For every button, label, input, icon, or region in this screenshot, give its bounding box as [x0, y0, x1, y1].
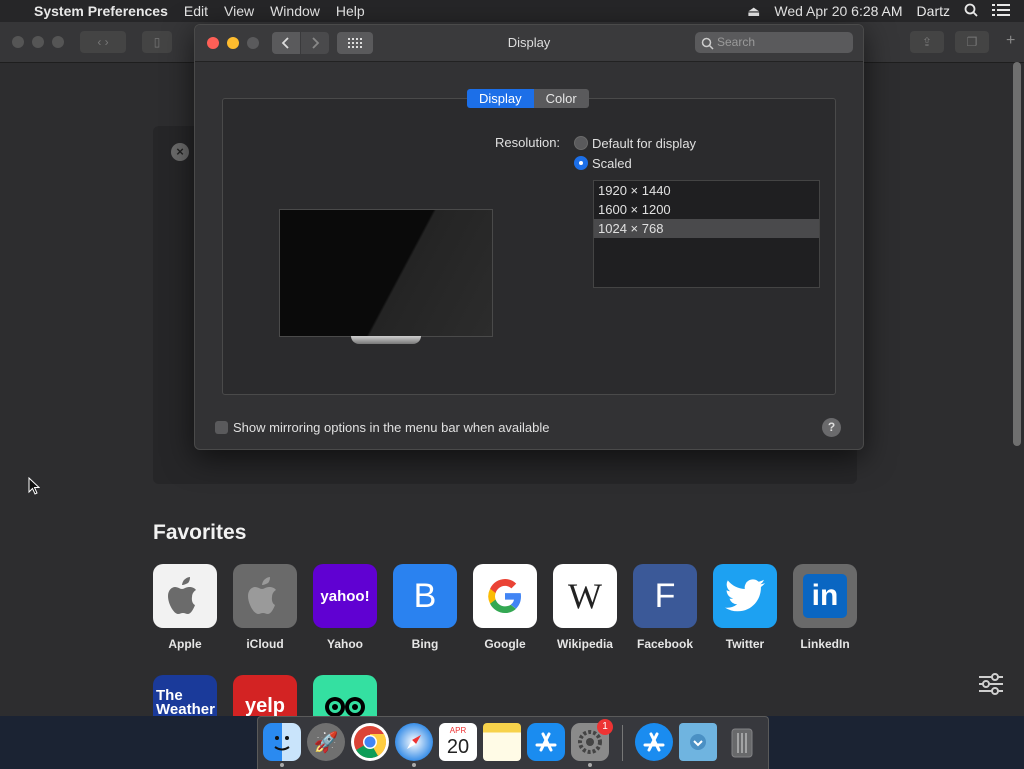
display-preview-monitor [279, 209, 493, 337]
resolution-option-1600x1200[interactable]: 1600 × 1200 [594, 200, 819, 219]
system-preferences-icon[interactable]: 1 [571, 719, 613, 761]
safari-close-button[interactable] [12, 36, 24, 48]
user-menu[interactable]: Dartz [910, 3, 957, 19]
bing-logo-icon: B [393, 564, 457, 628]
resolution-list[interactable]: 1920 × 1440 1600 × 1200 1024 × 768 [593, 180, 820, 288]
linkedin-logo-icon: in [793, 564, 857, 628]
app-menu[interactable]: System Preferences [26, 0, 176, 22]
notification-badge: 1 [597, 719, 613, 735]
dock-divider [622, 725, 623, 761]
yelp-logo-icon: yelp [244, 695, 286, 716]
favorite-apple[interactable]: Apple [153, 564, 217, 651]
favorite-weather[interactable]: The Weather [153, 675, 217, 716]
safari-icon[interactable] [395, 723, 433, 761]
tab-color[interactable]: Color [533, 89, 589, 108]
trash-icon[interactable] [723, 723, 761, 761]
google-logo-icon [473, 564, 537, 628]
icloud-logo-icon [233, 564, 297, 628]
favorite-wikipedia[interactable]: W Wikipedia [553, 564, 617, 651]
mouse-cursor-icon [28, 476, 41, 495]
mirroring-checkbox-label[interactable]: Show mirroring options in the menu bar w… [233, 420, 550, 435]
scrollbar[interactable] [1013, 62, 1021, 446]
favorite-bing[interactable]: B Bing [393, 564, 457, 651]
menu-window[interactable]: Window [262, 0, 328, 22]
eject-icon[interactable]: ⏏ [740, 3, 767, 20]
menu-edit[interactable]: Edit [176, 0, 216, 22]
safari-zoom-button[interactable] [52, 36, 64, 48]
safari-back-forward[interactable]: ‹ › [80, 31, 126, 53]
notes-icon[interactable] [483, 723, 521, 761]
new-tab-icon[interactable]: + [1006, 32, 1015, 50]
sidebar-toggle-icon[interactable]: ▯ [142, 31, 172, 53]
favorite-linkedin[interactable]: in LinkedIn [793, 564, 857, 651]
monitor-stand [351, 336, 421, 344]
help-button[interactable]: ? [822, 418, 841, 437]
calendar-day: 20 [446, 736, 470, 758]
favorite-yahoo[interactable]: yahoo! Yahoo [313, 564, 377, 651]
safari-minimize-button[interactable] [32, 36, 44, 48]
search-field[interactable]: Search [695, 32, 853, 53]
favorite-facebook[interactable]: F Facebook [633, 564, 697, 651]
system-preferences-running-indicator [588, 763, 592, 767]
chrome-icon[interactable] [351, 723, 389, 761]
yahoo-logo-icon: yahoo! [313, 564, 377, 628]
apple-logo-icon [153, 564, 217, 628]
launchpad-icon[interactable]: 🚀 [307, 723, 345, 761]
tripadvisor-owl-icon [325, 697, 365, 716]
safari-running-indicator [412, 763, 416, 767]
search-icon [701, 36, 714, 57]
twitter-bird-icon [713, 564, 777, 628]
calendar-month: APR [449, 726, 467, 735]
finder-running-indicator [280, 763, 284, 767]
tabs-overview-icon[interactable]: ❐ [955, 31, 989, 53]
app-store-icon[interactable] [527, 723, 565, 761]
spotlight-search-icon[interactable] [957, 3, 985, 20]
menu-bar: System Preferences Edit View Window Help… [0, 0, 1024, 22]
wikipedia-logo-icon: W [553, 564, 617, 628]
menu-help[interactable]: Help [328, 0, 373, 22]
resolution-option-1920x1440[interactable]: 1920 × 1440 [594, 181, 819, 200]
downloads-folder-icon[interactable] [679, 723, 717, 761]
window-toolbar: Display Search [195, 25, 863, 62]
close-icon[interactable]: × [171, 143, 189, 161]
pane-tabs: Display Color [467, 89, 589, 108]
radio-default-for-display[interactable] [574, 136, 588, 150]
favorite-yelp[interactable]: yelp [233, 675, 297, 716]
favorite-twitter[interactable]: Twitter [713, 564, 777, 651]
radio-scaled[interactable] [574, 156, 588, 170]
scaled-label[interactable]: Scaled [592, 156, 632, 171]
weather-logo-icon: The Weather [156, 687, 215, 716]
share-icon[interactable]: ⇪ [910, 31, 944, 53]
menu-view[interactable]: View [216, 0, 262, 22]
display-pane: Resolution: Default for display Scaled 1… [222, 98, 836, 395]
display-preferences-window: Display Search Display Color Resolution:… [194, 24, 864, 450]
mirroring-checkbox[interactable] [215, 421, 228, 434]
dock: 🚀 APR 20 1 [257, 716, 769, 769]
default-for-display-label[interactable]: Default for display [592, 136, 696, 151]
calendar-icon[interactable]: APR 20 [439, 723, 477, 761]
resolution-label: Resolution: [495, 135, 561, 150]
linkedin-mark: in [803, 574, 847, 618]
favorites-title: Favorites [153, 521, 247, 544]
favorite-tripadvisor[interactable] [313, 675, 377, 716]
finder-icon[interactable] [263, 723, 301, 761]
clock[interactable]: Wed Apr 20 6:28 AM [767, 3, 909, 19]
favorite-google[interactable]: Google [473, 564, 537, 651]
app-store-downloads-icon[interactable] [635, 723, 673, 761]
tab-display[interactable]: Display [467, 89, 534, 108]
favorite-icloud[interactable]: iCloud [233, 564, 297, 651]
facebook-logo-icon: F [633, 564, 697, 628]
notification-center-icon[interactable] [985, 3, 1024, 20]
resolution-option-1024x768[interactable]: 1024 × 768 [594, 219, 819, 238]
search-placeholder: Search [717, 35, 756, 49]
customize-settings-icon[interactable] [977, 672, 1005, 696]
